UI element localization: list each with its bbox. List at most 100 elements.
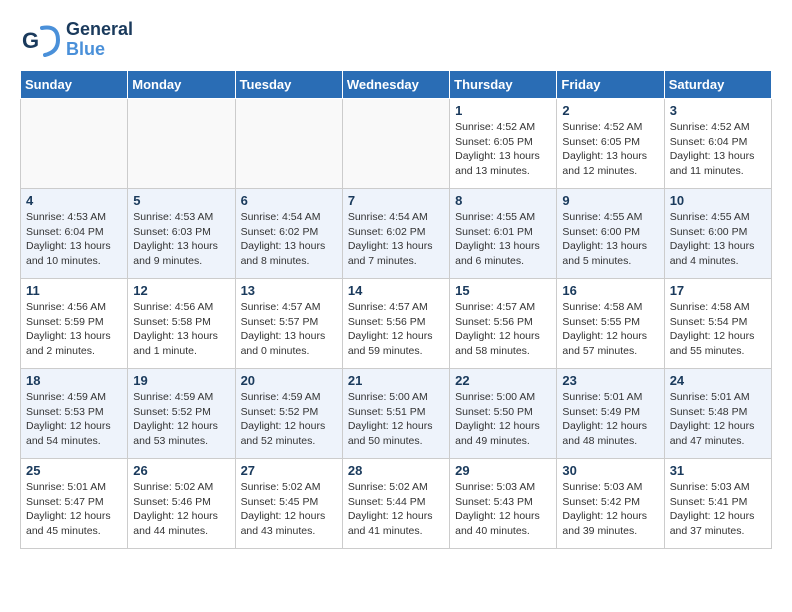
weekday-header-saturday: Saturday	[664, 71, 771, 99]
day-info: Sunrise: 5:02 AM Sunset: 5:46 PM Dayligh…	[133, 480, 229, 539]
day-number: 5	[133, 193, 229, 208]
day-number: 9	[562, 193, 658, 208]
calendar-cell: 17 Sunrise: 4:58 AM Sunset: 5:54 PM Dayli…	[664, 279, 771, 369]
day-number: 30	[562, 463, 658, 478]
calendar-cell: 16 Sunrise: 4:58 AM Sunset: 5:55 PM Dayli…	[557, 279, 664, 369]
calendar-cell: 8 Sunrise: 4:55 AM Sunset: 6:01 PM Daylig…	[450, 189, 557, 279]
day-number: 18	[26, 373, 122, 388]
day-info: Sunrise: 4:55 AM Sunset: 6:01 PM Dayligh…	[455, 210, 551, 269]
calendar-cell: 14 Sunrise: 4:57 AM Sunset: 5:56 PM Dayli…	[342, 279, 449, 369]
day-info: Sunrise: 4:56 AM Sunset: 5:59 PM Dayligh…	[26, 300, 122, 359]
weekday-header-wednesday: Wednesday	[342, 71, 449, 99]
day-info: Sunrise: 4:58 AM Sunset: 5:54 PM Dayligh…	[670, 300, 766, 359]
calendar-body: 1 Sunrise: 4:52 AM Sunset: 6:05 PM Daylig…	[21, 99, 772, 549]
day-info: Sunrise: 4:57 AM Sunset: 5:57 PM Dayligh…	[241, 300, 337, 359]
svg-text:G: G	[22, 28, 39, 53]
day-number: 25	[26, 463, 122, 478]
day-info: Sunrise: 5:01 AM Sunset: 5:48 PM Dayligh…	[670, 390, 766, 449]
calendar-cell: 7Sunrise: 4:54 AM Sunset: 6:02 PM Daylig…	[342, 189, 449, 279]
calendar-cell: 4Sunrise: 4:53 AM Sunset: 6:04 PM Daylig…	[21, 189, 128, 279]
day-number: 1	[455, 103, 551, 118]
day-info: Sunrise: 4:53 AM Sunset: 6:04 PM Dayligh…	[26, 210, 122, 269]
day-info: Sunrise: 5:02 AM Sunset: 5:45 PM Dayligh…	[241, 480, 337, 539]
calendar-cell: 5Sunrise: 4:53 AM Sunset: 6:03 PM Daylig…	[128, 189, 235, 279]
weekday-header-thursday: Thursday	[450, 71, 557, 99]
day-number: 11	[26, 283, 122, 298]
day-info: Sunrise: 4:59 AM Sunset: 5:52 PM Dayligh…	[133, 390, 229, 449]
day-info: Sunrise: 4:52 AM Sunset: 6:05 PM Dayligh…	[455, 120, 551, 179]
calendar-cell	[342, 99, 449, 189]
day-number: 17	[670, 283, 766, 298]
logo-text: General Blue	[66, 20, 133, 60]
calendar-cell: 18Sunrise: 4:59 AM Sunset: 5:53 PM Dayli…	[21, 369, 128, 459]
calendar-cell: 19 Sunrise: 4:59 AM Sunset: 5:52 PM Dayli…	[128, 369, 235, 459]
logo-icon: G	[20, 20, 60, 60]
calendar-cell: 15 Sunrise: 4:57 AM Sunset: 5:56 PM Dayli…	[450, 279, 557, 369]
day-info: Sunrise: 5:03 AM Sunset: 5:41 PM Dayligh…	[670, 480, 766, 539]
day-number: 6	[241, 193, 337, 208]
day-number: 29	[455, 463, 551, 478]
day-info: Sunrise: 4:52 AM Sunset: 6:04 PM Dayligh…	[670, 120, 766, 179]
calendar-cell: 25 Sunrise: 5:01 AM Sunset: 5:47 PM Dayli…	[21, 459, 128, 549]
day-number: 14	[348, 283, 444, 298]
day-number: 16	[562, 283, 658, 298]
calendar-cell: 20Sunrise: 4:59 AM Sunset: 5:52 PM Dayli…	[235, 369, 342, 459]
calendar-cell	[235, 99, 342, 189]
calendar-header: SundayMondayTuesdayWednesdayThursdayFrid…	[21, 71, 772, 99]
weekday-header-friday: Friday	[557, 71, 664, 99]
calendar-cell: 26 Sunrise: 5:02 AM Sunset: 5:46 PM Dayli…	[128, 459, 235, 549]
day-number: 21	[348, 373, 444, 388]
calendar-table: SundayMondayTuesdayWednesdayThursdayFrid…	[20, 70, 772, 549]
calendar-cell: 11 Sunrise: 4:56 AM Sunset: 5:59 PM Dayli…	[21, 279, 128, 369]
weekday-header-row: SundayMondayTuesdayWednesdayThursdayFrid…	[21, 71, 772, 99]
calendar-cell	[128, 99, 235, 189]
day-info: Sunrise: 5:01 AM Sunset: 5:47 PM Dayligh…	[26, 480, 122, 539]
calendar-week-1: 1 Sunrise: 4:52 AM Sunset: 6:05 PM Daylig…	[21, 99, 772, 189]
day-number: 20	[241, 373, 337, 388]
calendar-cell: 9 Sunrise: 4:55 AM Sunset: 6:00 PM Daylig…	[557, 189, 664, 279]
logo: G General Blue	[20, 20, 133, 60]
calendar-week-2: 4Sunrise: 4:53 AM Sunset: 6:04 PM Daylig…	[21, 189, 772, 279]
calendar-cell: 6Sunrise: 4:54 AM Sunset: 6:02 PM Daylig…	[235, 189, 342, 279]
calendar-cell: 22 Sunrise: 5:00 AM Sunset: 5:50 PM Dayli…	[450, 369, 557, 459]
day-number: 8	[455, 193, 551, 208]
calendar-week-3: 11 Sunrise: 4:56 AM Sunset: 5:59 PM Dayli…	[21, 279, 772, 369]
weekday-header-tuesday: Tuesday	[235, 71, 342, 99]
day-info: Sunrise: 5:02 AM Sunset: 5:44 PM Dayligh…	[348, 480, 444, 539]
day-info: Sunrise: 4:52 AM Sunset: 6:05 PM Dayligh…	[562, 120, 658, 179]
day-number: 3	[670, 103, 766, 118]
calendar-week-4: 18Sunrise: 4:59 AM Sunset: 5:53 PM Dayli…	[21, 369, 772, 459]
day-info: Sunrise: 4:56 AM Sunset: 5:58 PM Dayligh…	[133, 300, 229, 359]
day-number: 10	[670, 193, 766, 208]
day-info: Sunrise: 4:58 AM Sunset: 5:55 PM Dayligh…	[562, 300, 658, 359]
weekday-header-sunday: Sunday	[21, 71, 128, 99]
day-info: Sunrise: 4:57 AM Sunset: 5:56 PM Dayligh…	[348, 300, 444, 359]
day-info: Sunrise: 4:55 AM Sunset: 6:00 PM Dayligh…	[562, 210, 658, 269]
day-info: Sunrise: 5:00 AM Sunset: 5:50 PM Dayligh…	[455, 390, 551, 449]
calendar-cell: 2Sunrise: 4:52 AM Sunset: 6:05 PM Daylig…	[557, 99, 664, 189]
calendar-week-5: 25 Sunrise: 5:01 AM Sunset: 5:47 PM Dayli…	[21, 459, 772, 549]
day-info: Sunrise: 4:57 AM Sunset: 5:56 PM Dayligh…	[455, 300, 551, 359]
day-number: 26	[133, 463, 229, 478]
calendar-cell: 24 Sunrise: 5:01 AM Sunset: 5:48 PM Dayli…	[664, 369, 771, 459]
calendar-cell: 21 Sunrise: 5:00 AM Sunset: 5:51 PM Dayli…	[342, 369, 449, 459]
calendar-cell: 27Sunrise: 5:02 AM Sunset: 5:45 PM Dayli…	[235, 459, 342, 549]
day-number: 7	[348, 193, 444, 208]
calendar-cell	[21, 99, 128, 189]
day-info: Sunrise: 5:00 AM Sunset: 5:51 PM Dayligh…	[348, 390, 444, 449]
day-number: 12	[133, 283, 229, 298]
day-number: 13	[241, 283, 337, 298]
day-info: Sunrise: 5:03 AM Sunset: 5:43 PM Dayligh…	[455, 480, 551, 539]
calendar-cell: 23Sunrise: 5:01 AM Sunset: 5:49 PM Dayli…	[557, 369, 664, 459]
day-number: 24	[670, 373, 766, 388]
calendar-cell: 28 Sunrise: 5:02 AM Sunset: 5:44 PM Dayli…	[342, 459, 449, 549]
day-number: 19	[133, 373, 229, 388]
calendar-cell: 31 Sunrise: 5:03 AM Sunset: 5:41 PM Dayli…	[664, 459, 771, 549]
day-number: 23	[562, 373, 658, 388]
day-number: 22	[455, 373, 551, 388]
day-number: 31	[670, 463, 766, 478]
calendar-cell: 10Sunrise: 4:55 AM Sunset: 6:00 PM Dayli…	[664, 189, 771, 279]
day-number: 15	[455, 283, 551, 298]
calendar-cell: 29 Sunrise: 5:03 AM Sunset: 5:43 PM Dayli…	[450, 459, 557, 549]
day-number: 28	[348, 463, 444, 478]
